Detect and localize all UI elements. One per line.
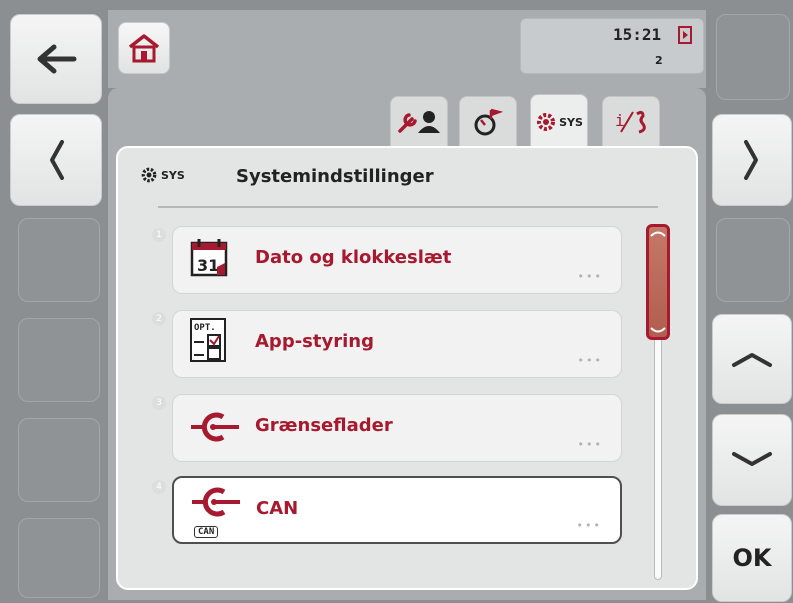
calendar-icon: 31 (190, 239, 228, 277)
left-empty-button-3 (18, 418, 100, 502)
list-item-label: CAN (256, 498, 299, 519)
tab-system[interactable]: SYS (530, 94, 588, 150)
page-title: Systemindstillinger (236, 166, 434, 187)
tab-system-label: SYS (559, 115, 583, 129)
gear-icon (141, 167, 157, 183)
tab-measurement[interactable] (459, 96, 517, 148)
clock-time: 15:21 (613, 25, 662, 44)
home-button[interactable] (118, 22, 170, 74)
tab-info[interactable]: i (602, 96, 660, 148)
panel-title-icon-group: SYS (140, 166, 185, 184)
info-wrench-icon: i (615, 110, 646, 134)
list-item-label: App-styring (255, 331, 374, 352)
right-empty-button-1 (716, 14, 790, 100)
main-panel: SYS Systemindstillinger 1 31 Dato og klo… (116, 146, 698, 590)
memory-card-icon (678, 26, 692, 44)
more-dots-icon: ••• (576, 519, 602, 532)
wrench-person-icon (398, 111, 440, 133)
can-interface-icon (192, 487, 240, 517)
interface-icon (191, 412, 239, 442)
list-item-label: Grænseflader (255, 415, 393, 436)
left-empty-button-2 (18, 318, 100, 402)
calendar-icon-text: 31 (197, 256, 219, 275)
scroll-up-button[interactable] (712, 314, 792, 404)
scrollbar-thumb[interactable] (646, 224, 670, 340)
item-number-badge: 3 (152, 396, 166, 410)
ok-label: OK (732, 544, 772, 572)
thumb-top-grip-icon (650, 231, 666, 237)
scroll-down-button[interactable] (712, 414, 792, 506)
tab-user-settings[interactable] (390, 96, 448, 148)
item-number-badge: 1 (152, 228, 166, 242)
can-icon-label: CAN (194, 526, 219, 538)
item-number-badge: 4 (152, 480, 166, 494)
ok-button[interactable]: OK (712, 514, 792, 602)
list-item-date-time[interactable]: 31 Dato og klokkeslæt ••• (172, 226, 622, 294)
gear-icon (537, 113, 556, 131)
chevron-left-icon (50, 140, 64, 180)
list-item-interfaces[interactable]: Grænseflader ••• (172, 394, 622, 462)
back-button[interactable] (10, 14, 102, 104)
more-dots-icon: ••• (577, 354, 603, 367)
list-item-label: Dato og klokkeslæt (255, 247, 452, 268)
thumb-bottom-grip-icon (650, 327, 666, 333)
more-dots-icon: ••• (577, 270, 603, 283)
next-button[interactable] (712, 114, 792, 206)
status-sub-value: 2 (655, 54, 663, 67)
previous-button[interactable] (10, 114, 102, 206)
home-icon (128, 34, 160, 63)
left-empty-button-1 (18, 218, 100, 302)
opt-checklist-icon: OPT. (190, 318, 226, 362)
chevron-right-icon (744, 140, 758, 180)
chevron-up-icon (732, 353, 772, 367)
title-divider (158, 206, 658, 208)
list-item-app-control[interactable]: OPT. App-styring ••• (172, 310, 622, 378)
gauge-flag-icon (474, 108, 503, 136)
more-dots-icon: ••• (577, 438, 603, 451)
opt-icon-text: OPT. (194, 323, 216, 333)
item-number-badge: 2 (152, 312, 166, 326)
arrow-left-icon (37, 44, 77, 74)
list-item-can[interactable]: CAN CAN ••• (172, 476, 622, 544)
status-clock-box: 15:21 2 (520, 18, 704, 74)
chevron-down-icon (732, 452, 772, 466)
right-empty-button-2 (716, 218, 790, 302)
panel-title-icon-label: SYS (161, 168, 185, 182)
left-empty-button-4 (18, 518, 100, 598)
